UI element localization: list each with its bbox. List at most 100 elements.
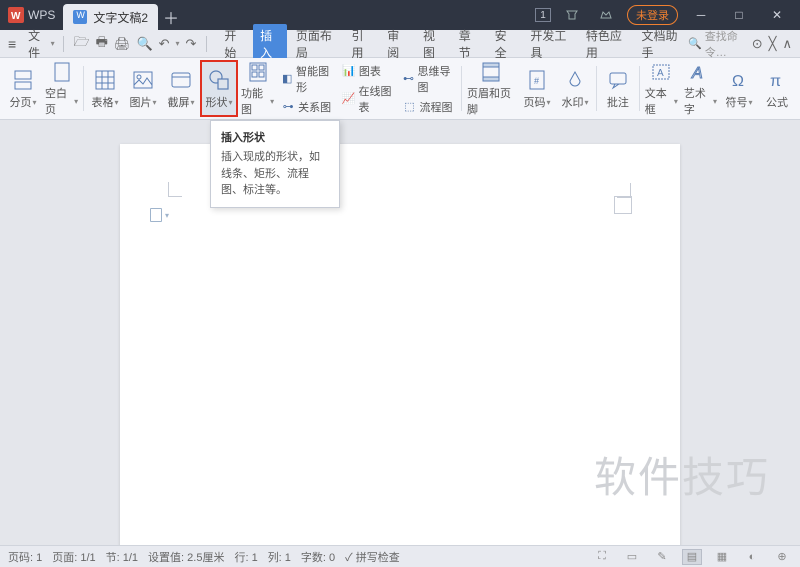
print-icon[interactable]: 🖨: [114, 36, 131, 52]
app-name: WPS: [28, 8, 55, 22]
picture-icon: [130, 67, 156, 93]
shapes-icon: [206, 67, 232, 93]
table-icon: [92, 67, 118, 93]
minimize-button[interactable]: ─: [686, 0, 716, 30]
comment-button[interactable]: 批注: [599, 60, 637, 117]
margin-corner-tr: [614, 196, 632, 214]
doc-icon: [73, 10, 87, 24]
relation-button[interactable]: ⊶关系图: [279, 98, 336, 116]
blank-page-button[interactable]: 空白页▾: [42, 60, 81, 117]
wordart-icon: A: [687, 60, 713, 84]
command-search[interactable]: 🔍 查找命令…: [688, 28, 746, 60]
table-button[interactable]: 表格▾: [86, 60, 124, 117]
eye-protect-icon[interactable]: ◐: [742, 549, 762, 565]
chart-icon: 📊: [342, 64, 356, 78]
document-tab-label: 文字文稿2: [93, 9, 148, 26]
svg-text:Ω: Ω: [732, 73, 744, 90]
page-number-button[interactable]: # 页码▾: [518, 60, 556, 117]
svg-text:#: #: [534, 76, 539, 86]
undo-icon[interactable]: ↶: [159, 36, 170, 52]
page-marker[interactable]: ▾: [150, 208, 169, 222]
svg-text:A: A: [657, 68, 664, 79]
status-col[interactable]: 列: 1: [268, 549, 291, 565]
mindmap-icon: ⊷: [403, 72, 415, 86]
web-layout-icon[interactable]: ▦: [712, 549, 732, 565]
svg-text:A: A: [691, 65, 703, 82]
close-button[interactable]: ✕: [762, 0, 792, 30]
online-chart-button[interactable]: 📈在线图表: [340, 82, 397, 116]
tooltip-body: 插入现成的形状，如线条、矩形、流程图、标注等。: [221, 149, 329, 199]
page-marker-icon: [150, 208, 162, 222]
symbol-icon: Ω: [726, 67, 752, 93]
maximize-button[interactable]: □: [724, 0, 754, 30]
header-footer-icon: [478, 60, 504, 84]
login-button[interactable]: 未登录: [627, 5, 678, 25]
flowchart-button[interactable]: ⬚流程图: [401, 98, 458, 116]
textbox-icon: A: [648, 60, 674, 84]
picture-button[interactable]: 图片▾: [124, 60, 162, 117]
collapse-ribbon-icon[interactable]: ╳: [769, 36, 777, 52]
status-pageno[interactable]: 页码: 1: [8, 549, 42, 565]
quick-access-toolbar: 🗁 🖶 🖨 🔍 ↶ ▾ ↷: [68, 33, 203, 55]
screenshot-icon: [168, 67, 194, 93]
mindmap-button[interactable]: ⊷思维导图: [401, 62, 458, 96]
status-page[interactable]: 页面: 1/1: [52, 549, 95, 565]
textbox-button[interactable]: A 文本框▾: [642, 60, 681, 117]
equation-icon: π: [764, 67, 790, 93]
svg-text:W: W: [11, 11, 21, 22]
page-break-button[interactable]: 分页▾: [4, 60, 42, 117]
smartart-icon: [245, 60, 271, 84]
smart-graphic-icon: ◧: [281, 72, 293, 86]
smartart-button[interactable]: 功能图▾: [238, 60, 277, 117]
screenshot-button[interactable]: 截屏▾: [162, 60, 200, 117]
ribbon: 分页▾ 空白页▾ 表格▾ 图片▾ 截屏▾ 形状▾ 功能图▾ ◧智能图形 ⊶关系图…: [0, 58, 800, 120]
smart-graphic-button[interactable]: ◧智能图形: [279, 62, 336, 96]
undo-dd[interactable]: ▾: [176, 39, 180, 48]
file-menu[interactable]: 文件▾: [24, 27, 58, 61]
document-area[interactable]: ▾ 软件技巧: [0, 120, 800, 545]
outline-view-icon[interactable]: ✎: [652, 549, 672, 565]
watermark-button[interactable]: 水印▾: [556, 60, 594, 117]
redo-icon[interactable]: ↷: [186, 36, 197, 52]
page-number-icon: #: [524, 67, 550, 93]
reading-view-icon[interactable]: ▭: [622, 549, 642, 565]
symbol-button[interactable]: Ω 符号▾: [720, 60, 758, 117]
status-bar: 页码: 1 页面: 1/1 节: 1/1 设置值: 2.5厘米 行: 1 列: …: [0, 545, 800, 567]
margin-corner-tl: [168, 196, 186, 214]
flowchart-icon: ⬚: [403, 100, 417, 114]
status-chars[interactable]: 字数: 0: [301, 549, 335, 565]
open-icon[interactable]: 🗁: [74, 33, 90, 55]
blank-page-icon: [49, 60, 75, 84]
save-icon[interactable]: 🖶: [96, 33, 108, 55]
app-logo: W WPS: [0, 0, 63, 30]
notification-icon[interactable]: ⊙: [752, 36, 763, 52]
hamburger-menu[interactable]: ≡: [0, 36, 24, 52]
wordart-button[interactable]: A 艺术字▾: [681, 60, 720, 117]
preview-icon[interactable]: 🔍: [136, 36, 152, 52]
watermark-icon: [562, 67, 588, 93]
zoom-icon[interactable]: ⊕: [772, 549, 792, 565]
chart-button[interactable]: 📊图表: [340, 62, 397, 80]
new-tab-button[interactable]: ＋: [158, 4, 184, 30]
relation-icon: ⊶: [281, 100, 295, 114]
status-spellcheck[interactable]: ✓ 拼写检查: [345, 549, 400, 565]
status-line[interactable]: 行: 1: [234, 549, 257, 565]
shapes-tooltip: 插入形状 插入现成的形状，如线条、矩形、流程图、标注等。: [210, 120, 340, 208]
window-badge[interactable]: 1: [535, 8, 551, 22]
page-break-icon: [10, 67, 36, 93]
status-setting[interactable]: 设置值: 2.5厘米: [148, 549, 224, 565]
document-tab[interactable]: 文字文稿2: [63, 4, 158, 30]
fullscreen-icon[interactable]: ⛶: [592, 549, 612, 565]
watermark-text: 软件技巧: [594, 444, 770, 505]
print-layout-icon[interactable]: ▤: [682, 549, 702, 565]
status-section[interactable]: 节: 1/1: [106, 549, 138, 565]
ribbon-toggle-icon[interactable]: ∧: [782, 36, 792, 52]
svg-text:π: π: [770, 73, 781, 90]
online-chart-icon: 📈: [342, 92, 356, 106]
menu-bar: ≡ 文件▾ 🗁 🖶 🖨 🔍 ↶ ▾ ↷ 开始 插入 页面布局 引用 审阅 视图 …: [0, 30, 800, 58]
shapes-button[interactable]: 形状▾: [200, 60, 238, 117]
header-footer-button[interactable]: 页眉和页脚: [464, 60, 518, 117]
comment-icon: [605, 67, 631, 93]
tooltip-title: 插入形状: [221, 129, 329, 145]
equation-button[interactable]: π 公式: [758, 60, 796, 117]
